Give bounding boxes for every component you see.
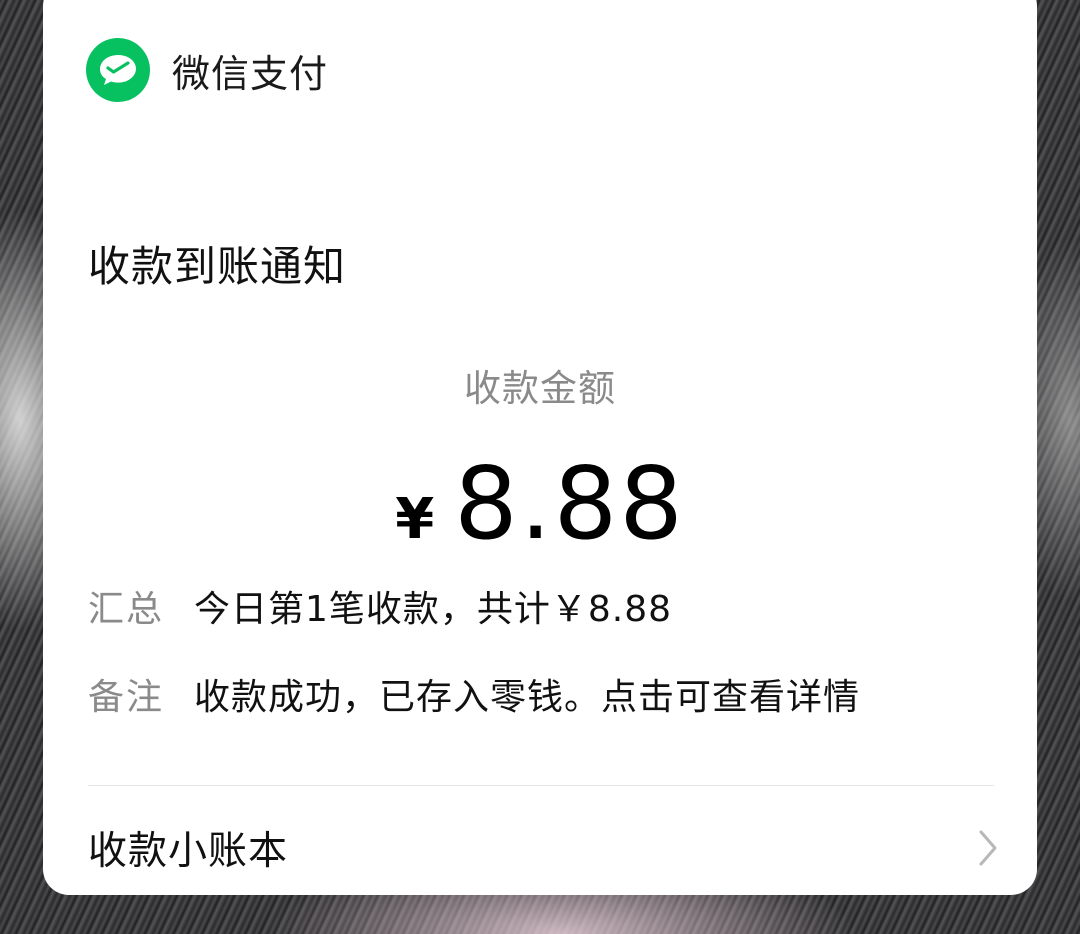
amount-label: 收款金额 [464,367,616,410]
notification-title: 收款到账通知 [88,242,347,291]
remark-key: 备注 [88,677,165,718]
app-name: 微信支付 [172,51,329,96]
wechat-pay-logo-icon [86,38,150,102]
remark-value: 收款成功，已存入零钱。点击可查看详情 [194,677,861,718]
summary-row: 汇总 今日第1笔收款，共计￥8.88 [88,580,672,632]
ledger-link[interactable]: 收款小账本 [88,820,1000,876]
chevron-right-icon [976,828,1000,868]
summary-value: 今日第1笔收款，共计￥8.88 [194,589,673,630]
amount-value: 8.88 [454,445,685,562]
ledger-link-label: 收款小账本 [88,829,289,874]
divider [88,785,994,786]
payment-notification-card[interactable]: 微信支付 收款到账通知 收款金额 ¥ 8.88 汇总 今日第1笔收款，共计￥8.… [43,0,1037,895]
amount-display: ¥ 8.88 [43,445,1037,562]
currency-symbol: ¥ [395,487,435,552]
summary-key: 汇总 [88,589,165,630]
remark-row: 备注 收款成功，已存入零钱。点击可查看详情 [88,668,860,720]
card-header: 微信支付 [86,38,328,102]
